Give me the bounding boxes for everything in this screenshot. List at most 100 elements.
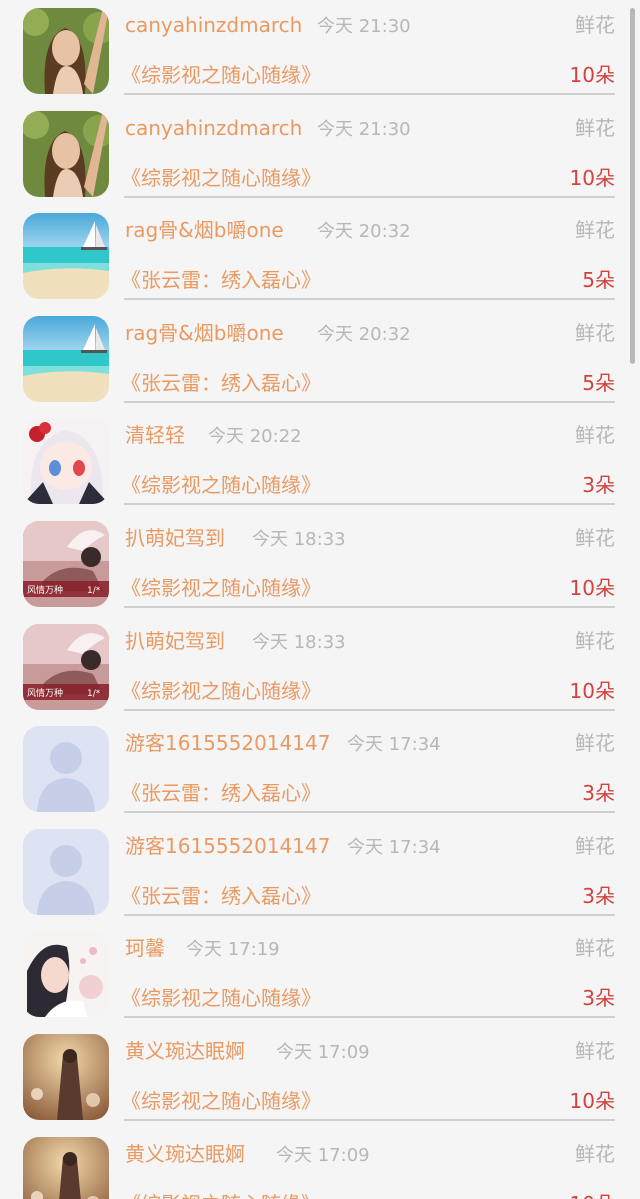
list-item[interactable]: 珂馨 今天 17:19 鲜花 《综影视之随心随缘》 3朵: [0, 931, 640, 1039]
book-title[interactable]: 《综影视之随心随缘》: [121, 574, 321, 602]
avatar[interactable]: [23, 213, 109, 299]
row-divider: [124, 93, 615, 95]
avatar[interactable]: [23, 726, 109, 812]
book-title[interactable]: 《张云雷：绣入磊心》: [121, 882, 321, 910]
user-name[interactable]: 游客1615552014147: [125, 730, 330, 756]
list-item[interactable]: rag骨&烟b嚼one 今天 20:32 鲜花 《张云雷：绣入磊心》 5朵: [0, 316, 640, 424]
row-divider: [124, 811, 615, 813]
timestamp: 今天 20:32: [317, 324, 411, 345]
list-item[interactable]: canyahinzdmarch 今天 21:30 鲜花 《综影视之随心随缘》 1…: [0, 111, 640, 219]
timestamp: 今天 20:22: [208, 426, 302, 447]
gift-count: 10朵: [569, 166, 615, 190]
svg-text:1/*: 1/*: [87, 586, 101, 596]
gift-count: 3朵: [582, 884, 615, 908]
timestamp: 今天 17:09: [276, 1042, 370, 1063]
timestamp: 今天 18:33: [252, 632, 346, 653]
avatar[interactable]: [23, 1034, 109, 1120]
book-title[interactable]: 《综影视之随心随缘》: [121, 164, 321, 192]
svg-text:风情万种: 风情万种: [27, 687, 63, 699]
user-name[interactable]: 游客1615552014147: [125, 833, 330, 859]
list-item[interactable]: canyahinzdmarch 今天 21:30 鲜花 《综影视之随心随缘》 1…: [0, 8, 640, 116]
row-divider: [124, 914, 615, 916]
avatar[interactable]: 风情万种 1/*: [23, 521, 109, 607]
user-name[interactable]: 珂馨: [125, 935, 165, 961]
book-title[interactable]: 《综影视之随心随缘》: [121, 1190, 321, 1199]
avatar[interactable]: [23, 8, 109, 94]
gift-record-list: canyahinzdmarch 今天 21:30 鲜花 《综影视之随心随缘》 1…: [0, 0, 640, 1199]
row-divider: [124, 709, 615, 711]
gift-type: 鲜花: [575, 218, 615, 242]
row-divider: [124, 503, 615, 505]
book-title[interactable]: 《综影视之随心随缘》: [121, 1087, 321, 1115]
avatar[interactable]: [23, 316, 109, 402]
gift-type: 鲜花: [575, 116, 615, 140]
gift-type: 鲜花: [575, 1142, 615, 1166]
book-title[interactable]: 《张云雷：绣入磊心》: [121, 266, 321, 294]
gift-type: 鲜花: [575, 629, 615, 653]
user-name[interactable]: 黄义琬达眠婀: [125, 1141, 245, 1167]
row-divider: [124, 606, 615, 608]
list-item[interactable]: 风情万种 1/* 扒萌妃驾到 今天 18:33 鲜花 《综影视之随心随缘》 10…: [0, 624, 640, 732]
book-title[interactable]: 《综影视之随心随缘》: [121, 61, 321, 89]
gift-type: 鲜花: [575, 1039, 615, 1063]
timestamp: 今天 17:09: [276, 1145, 370, 1166]
avatar[interactable]: [23, 829, 109, 915]
gift-count: 10朵: [569, 1089, 615, 1113]
row-divider: [124, 196, 615, 198]
book-title[interactable]: 《综影视之随心随缘》: [121, 471, 321, 499]
gift-count: 10朵: [569, 576, 615, 600]
book-title[interactable]: 《张云雷：绣入磊心》: [121, 779, 321, 807]
list-item[interactable]: 游客1615552014147 今天 17:34 鲜花 《张云雷：绣入磊心》 3…: [0, 726, 640, 834]
list-item[interactable]: rag骨&烟b嚼one 今天 20:32 鲜花 《张云雷：绣入磊心》 5朵: [0, 213, 640, 321]
gift-count: 10朵: [569, 63, 615, 87]
gift-count: 3朵: [582, 781, 615, 805]
gift-count: 3朵: [582, 986, 615, 1010]
timestamp: 今天 21:30: [317, 119, 411, 140]
list-item[interactable]: 游客1615552014147 今天 17:34 鲜花 《张云雷：绣入磊心》 3…: [0, 829, 640, 937]
list-item[interactable]: 风情万种 1/* 扒萌妃驾到 今天 18:33 鲜花 《综影视之随心随缘》 10…: [0, 521, 640, 629]
gift-count: 5朵: [582, 268, 615, 292]
user-name[interactable]: canyahinzdmarch: [125, 115, 302, 141]
avatar[interactable]: 风情万种 1/*: [23, 624, 109, 710]
gift-type: 鲜花: [575, 321, 615, 345]
gift-type: 鲜花: [575, 731, 615, 755]
gift-count: 10朵: [569, 679, 615, 703]
book-title[interactable]: 《综影视之随心随缘》: [121, 677, 321, 705]
avatar[interactable]: [23, 931, 109, 1017]
timestamp: 今天 18:33: [252, 529, 346, 550]
user-name[interactable]: rag骨&烟b嚼one: [125, 320, 284, 346]
timestamp: 今天 21:30: [317, 16, 411, 37]
gift-type: 鲜花: [575, 13, 615, 37]
timestamp: 今天 20:32: [317, 221, 411, 242]
timestamp: 今天 17:19: [186, 939, 280, 960]
timestamp: 今天 17:34: [347, 837, 441, 858]
book-title[interactable]: 《张云雷：绣入磊心》: [121, 369, 321, 397]
row-divider: [124, 298, 615, 300]
row-divider: [124, 1016, 615, 1018]
gift-count: 10朵: [570, 1190, 615, 1199]
gift-type: 鲜花: [575, 526, 615, 550]
row-divider: [124, 1119, 615, 1121]
user-name[interactable]: 扒萌妃驾到: [125, 525, 225, 551]
svg-text:1/*: 1/*: [87, 689, 101, 699]
gift-count: 3朵: [582, 473, 615, 497]
avatar[interactable]: [23, 1137, 109, 1199]
gift-type: 鲜花: [575, 936, 615, 960]
user-name[interactable]: rag骨&烟b嚼one: [125, 217, 284, 243]
gift-count: 5朵: [582, 371, 615, 395]
svg-text:风情万种: 风情万种: [27, 584, 63, 596]
list-item[interactable]: 清轻轻 今天 20:22 鲜花 《综影视之随心随缘》 3朵: [0, 418, 640, 526]
avatar[interactable]: [23, 418, 109, 504]
book-title[interactable]: 《综影视之随心随缘》: [121, 984, 321, 1012]
avatar[interactable]: [23, 111, 109, 197]
gift-type: 鲜花: [575, 423, 615, 447]
user-name[interactable]: 清轻轻: [125, 422, 185, 448]
list-item[interactable]: 黄义琬达眠婀 今天 17:09 鲜花 《综影视之随心随缘》 10朵: [0, 1034, 640, 1142]
list-item[interactable]: 黄义琬达眠婀 今天 17:09 鲜花 《综影视之随心随缘》 10朵: [0, 1137, 640, 1199]
user-name[interactable]: 黄义琬达眠婀: [125, 1038, 245, 1064]
timestamp: 今天 17:34: [347, 734, 441, 755]
user-name[interactable]: canyahinzdmarch: [125, 12, 302, 38]
row-divider: [124, 401, 615, 403]
user-name[interactable]: 扒萌妃驾到: [125, 628, 225, 654]
gift-type: 鲜花: [575, 834, 615, 858]
